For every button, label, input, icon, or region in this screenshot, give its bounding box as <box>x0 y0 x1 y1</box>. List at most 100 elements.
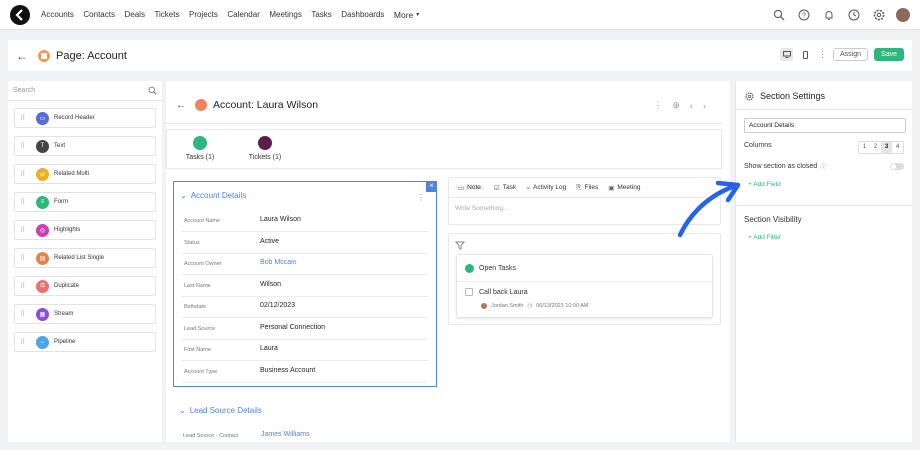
nav-item-calendar[interactable]: Calendar <box>227 10 259 20</box>
tasks-widget: Open Tasks Call back Laura Jordan Smith … <box>448 233 721 325</box>
widget-item[interactable]: ⠿ ▭ Record Header <box>14 108 156 128</box>
help-icon[interactable]: ? <box>796 7 812 23</box>
drag-handle-icon[interactable]: ⠿ <box>20 114 30 122</box>
record-field[interactable]: Lead Source Personal Connection <box>182 318 428 340</box>
search-input[interactable]: Search <box>13 87 35 94</box>
widget-icon: ◎ <box>36 223 49 237</box>
desktop-view-icon[interactable] <box>780 48 794 61</box>
clock-icon[interactable] <box>846 7 862 23</box>
field-value-link[interactable]: James Williams <box>261 431 310 438</box>
task-meta: Jordan Smith ◷ 06/13/2023 10:00 AM <box>481 303 589 309</box>
record-field[interactable]: Status Active <box>182 232 428 254</box>
widget-item[interactable]: ⠿ ⧉ Duplicate <box>14 276 156 296</box>
task-checkbox[interactable] <box>465 288 473 296</box>
tab-note[interactable]: ▭ Note <box>455 184 484 192</box>
field-label: First Name <box>184 347 211 353</box>
record-field[interactable]: Account Name Laura Wilson <box>182 210 428 232</box>
more-options-icon[interactable]: ⋮ <box>818 49 827 60</box>
chevron-left-icon[interactable]: ‹ <box>690 101 693 111</box>
settings-title: Section Settings <box>760 91 826 101</box>
widget-item[interactable]: ⠿ ▤ Related List Single <box>14 248 156 268</box>
nav-item-accounts[interactable]: Accounts <box>41 10 74 20</box>
widget-item[interactable]: ⠿ ≡ Form <box>14 192 156 212</box>
user-avatar[interactable] <box>896 8 910 22</box>
section-title[interactable]: ⌄ Account Details <box>180 191 246 200</box>
widget-item[interactable]: ⠿ ↔ Pipeline <box>14 332 156 352</box>
drag-handle-icon[interactable]: ⠿ <box>20 282 30 290</box>
nav-item-projects[interactable]: Projects <box>189 10 218 20</box>
drag-handle-icon[interactable]: ⠿ <box>20 226 30 234</box>
widget-item[interactable]: ⠿ ▦ Stream <box>14 304 156 324</box>
add-filter-button[interactable]: + Add Filter <box>748 234 781 241</box>
kebab-menu-icon[interactable]: ⋮ <box>417 193 425 202</box>
drag-handle-icon[interactable]: ⠿ <box>20 170 30 178</box>
tab-activity-log[interactable]: ⌁ Activity Log <box>526 184 566 192</box>
kebab-menu-icon[interactable]: ⋮ <box>653 100 662 111</box>
field-label: Account Type <box>184 368 218 375</box>
tab-tasks[interactable]: Tasks (1) <box>170 136 230 161</box>
nav-item-deals[interactable]: Deals <box>124 10 144 20</box>
task-item[interactable]: Call back Laura <box>465 288 528 296</box>
drag-handle-icon[interactable]: ⠿ <box>20 254 30 262</box>
tab-meeting[interactable]: ▣ Meeting <box>608 184 640 192</box>
mobile-view-icon[interactable] <box>799 48 812 61</box>
record-field[interactable]: Account Owner Bob Mccain <box>182 253 428 275</box>
chevron-right-icon[interactable]: › <box>703 101 706 111</box>
field-value: 02/12/2023 <box>260 302 296 309</box>
close-icon[interactable]: × <box>426 181 437 192</box>
chevron-down-icon: ⌄ <box>180 191 187 200</box>
field-label: Account Name <box>184 218 221 224</box>
nav-item-dashboards[interactable]: Dashboards <box>341 10 384 20</box>
tab-task[interactable]: ☑ Task <box>494 184 516 192</box>
column-option-3[interactable]: 3 <box>881 142 892 153</box>
show-closed-label: Show section as closed ⓘ <box>744 163 827 171</box>
widget-label: Stream <box>54 311 74 317</box>
drag-handle-icon[interactable]: ⠿ <box>20 142 30 150</box>
nav-item-meetings[interactable]: Meetings <box>269 10 301 20</box>
record-field[interactable]: Account Type Business Account <box>182 361 428 383</box>
column-option-2[interactable]: 2 <box>870 142 881 153</box>
search-icon[interactable] <box>771 7 787 23</box>
app-logo-icon[interactable] <box>10 4 30 25</box>
expand-icon[interactable]: ⊕ <box>672 100 680 111</box>
tab-tickets[interactable]: Tickets (1) <box>235 136 295 161</box>
tab-files[interactable]: ⎘ Files <box>576 184 598 192</box>
widget-label: Duplicate <box>54 283 80 289</box>
add-field-button[interactable]: + Add Field <box>748 181 781 188</box>
drag-handle-icon[interactable]: ⠿ <box>20 338 30 346</box>
assign-button[interactable]: Assign <box>833 48 869 61</box>
back-arrow-icon[interactable]: ← <box>16 49 28 63</box>
gear-icon[interactable] <box>871 7 887 23</box>
activity-log-icon: ⌁ <box>526 184 531 192</box>
record-field[interactable]: First Name Laura <box>182 339 428 361</box>
show-closed-toggle[interactable] <box>890 163 904 170</box>
widget-item[interactable]: ⠿ T Text <box>14 136 156 156</box>
nav-item-tasks[interactable]: Tasks <box>311 10 331 20</box>
nav-item-contacts[interactable]: Contacts <box>83 10 115 20</box>
nav-more-menu[interactable]: More ▾ <box>394 10 419 20</box>
columns-selector: 1234 <box>858 141 904 154</box>
save-button[interactable]: Save <box>874 48 904 61</box>
field-value[interactable]: Bob Mccain <box>260 259 297 266</box>
bell-icon[interactable] <box>821 7 837 23</box>
header-actions: ⋮ Assign Save <box>780 48 904 61</box>
record-header[interactable]: ← Account: Laura Wilson ⋮ ⊕ ‹ › <box>166 91 722 119</box>
lead-source-section-title[interactable]: ⌄ Lead Source Details <box>179 406 262 415</box>
back-arrow-icon[interactable]: ← <box>176 100 186 111</box>
section-name-input[interactable]: Account Details <box>744 118 906 133</box>
drag-handle-icon[interactable]: ⠿ <box>20 310 30 318</box>
column-option-1[interactable]: 1 <box>859 142 870 153</box>
field-label: Lead Source - Contact <box>183 433 239 439</box>
open-tasks-header: Open Tasks <box>465 264 516 273</box>
widget-search[interactable]: Search <box>8 81 162 101</box>
record-field[interactable]: Last Name Wilson <box>182 275 428 297</box>
widget-label: Form <box>54 199 68 205</box>
drag-handle-icon[interactable]: ⠿ <box>20 198 30 206</box>
account-details-section[interactable]: × ⌄ Account Details ⋮ Account Name Laura … <box>173 181 437 387</box>
column-option-4[interactable]: 4 <box>892 142 903 153</box>
filter-icon[interactable] <box>455 240 465 250</box>
record-field[interactable]: Birthdate 02/12/2023 <box>182 296 428 318</box>
widget-item[interactable]: ⠿ ⇄ Related Multi <box>14 164 156 184</box>
widget-item[interactable]: ⠿ ◎ Highlights <box>14 220 156 240</box>
nav-item-tickets[interactable]: Tickets <box>154 10 179 20</box>
